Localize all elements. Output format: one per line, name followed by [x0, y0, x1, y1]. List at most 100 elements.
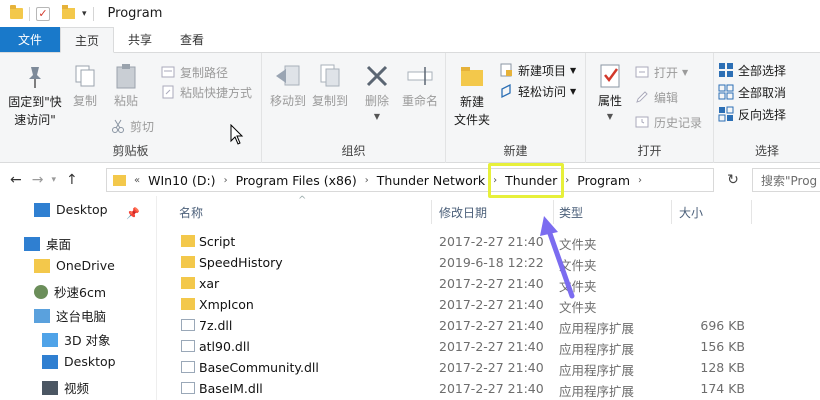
column-divider[interactable] — [671, 200, 672, 224]
file-row[interactable]: SpeedHistory 2019-6-18 12:22 文件夹 — [157, 252, 820, 273]
invert-selection-label: 反向选择 — [738, 107, 787, 122]
nav-item-3d-objects[interactable]: 3D 对象 — [42, 330, 111, 349]
open-icon — [635, 66, 649, 78]
select-all-button[interactable]: 全部选择 — [718, 59, 786, 81]
breadcrumb-thunder-network[interactable]: Thunder Network — [377, 173, 485, 188]
file-row[interactable]: BaseCommunity.dll 2017-2-27 21:40 应用程序扩展… — [157, 357, 820, 378]
rename-button[interactable]: 重命名 — [400, 61, 440, 109]
new-item-button[interactable]: 新建项目 ▼ — [498, 59, 576, 81]
divider — [92, 6, 94, 21]
invert-selection-button[interactable]: 反向选择 — [718, 103, 786, 125]
navigation-pane: Desktop 📌 桌面 OneDrive 秒速6cm 这台电脑 3D 对象 D… — [0, 196, 157, 400]
edit-button[interactable]: 编辑 — [634, 86, 678, 108]
file-row[interactable]: Script 2017-2-27 21:40 文件夹 — [157, 231, 820, 252]
chevron-right-icon[interactable]: › — [565, 175, 569, 186]
file-row[interactable]: XmpIcon 2017-2-27 21:40 文件夹 — [157, 294, 820, 315]
folder-icon — [34, 258, 50, 273]
nav-item-desktop-pc[interactable]: Desktop — [42, 354, 116, 369]
new-folder-icon[interactable] — [62, 5, 75, 19]
copy-icon — [75, 65, 95, 87]
easy-access-button[interactable]: 轻松访问 ▼ — [498, 80, 576, 102]
cut-button[interactable]: 剪切 — [110, 115, 154, 137]
properties-icon — [600, 64, 620, 88]
history-label: 历史记录 — [654, 115, 703, 130]
address-bar[interactable]: « WIn10 (D:) › Program Files (x86) › Thu… — [106, 168, 714, 192]
delete-button[interactable]: 删除 ▼ — [362, 61, 392, 125]
file-name: SpeedHistory — [199, 255, 283, 270]
nav-item-desktop-cn[interactable]: 桌面 — [24, 234, 71, 253]
move-to-button[interactable]: 移动到 — [268, 61, 308, 109]
nav-item-user[interactable]: 秒速6cm — [34, 282, 106, 301]
copy-to-button[interactable]: 复制到 — [310, 61, 350, 109]
tab-file[interactable]: 文件 — [0, 27, 61, 52]
paste-shortcut-label: 粘贴快捷方式 — [180, 85, 253, 100]
file-row[interactable]: atl90.dll 2017-2-27 21:40 应用程序扩展 156 KB — [157, 336, 820, 357]
file-name: atl90.dll — [199, 339, 250, 354]
chevron-right-icon[interactable]: › — [365, 175, 369, 186]
new-item-label: 新建项目 — [518, 63, 567, 78]
properties-check-icon[interactable]: ✓ — [36, 6, 50, 21]
sort-ascending-icon: ^ — [298, 195, 307, 206]
refresh-icon[interactable]: ↻ — [720, 168, 746, 192]
chevron-down-icon: ▼ — [570, 86, 577, 96]
copy-to-icon — [320, 64, 340, 87]
new-group: 新建 文件夹 新建项目 ▼ 轻松访问 ▼ 新建 — [446, 53, 586, 163]
file-date: 2017-2-27 21:40 — [439, 318, 544, 333]
nav-item-onedrive[interactable]: OneDrive — [34, 258, 115, 273]
recent-locations-icon[interactable]: ▾ — [51, 175, 56, 185]
up-arrow-icon[interactable]: ↑ — [66, 172, 78, 188]
chevron-right-icon[interactable]: › — [224, 175, 228, 186]
chevron-down-icon: ▼ — [606, 112, 614, 121]
forward-arrow-icon[interactable]: → — [32, 172, 44, 188]
tab-view[interactable]: 查看 — [166, 27, 218, 52]
new-folder-button[interactable]: 新建 文件夹 — [452, 61, 492, 129]
desktop-icon — [34, 202, 50, 217]
copy-path-button[interactable]: 复制路径 — [160, 61, 228, 83]
paste-button[interactable]: 粘贴 — [110, 61, 142, 109]
open-button[interactable]: 打开 ▼ — [634, 61, 688, 83]
customize-quick-access-icon[interactable]: ▾ — [82, 9, 87, 19]
column-header-name[interactable]: 名称 — [179, 204, 203, 221]
file-name: XmpIcon — [199, 297, 254, 312]
file-row[interactable]: 7z.dll 2017-2-27 21:40 应用程序扩展 696 KB — [157, 315, 820, 336]
history-button[interactable]: 历史记录 — [634, 111, 702, 133]
file-row[interactable]: BaseIM.dll 2017-2-27 21:40 应用程序扩展 174 KB — [157, 378, 820, 399]
dll-file-icon — [181, 361, 195, 373]
nav-item-this-pc[interactable]: 这台电脑 — [34, 306, 106, 325]
copy-button[interactable]: 复制 — [70, 61, 100, 109]
copy-path-icon — [161, 66, 175, 78]
file-date: 2017-2-27 21:40 — [439, 381, 544, 396]
breadcrumb-program[interactable]: Program — [577, 173, 630, 188]
tab-share[interactable]: 共享 — [114, 27, 166, 52]
search-placeholder: 搜索"Prog — [761, 173, 818, 188]
pin-quick-access-button[interactable]: 固定到"快 速访问" — [6, 61, 64, 129]
select-none-label: 全部取消 — [738, 85, 787, 100]
select-none-button[interactable]: 全部取消 — [718, 81, 786, 103]
column-divider[interactable] — [431, 200, 432, 224]
clipboard-group: 固定到"快 速访问" 复制 粘贴 复制路径 粘贴快捷方式 剪切 剪贴板 — [0, 53, 262, 163]
back-arrow-icon[interactable]: ← — [10, 172, 22, 188]
pin-icon[interactable]: 📌 — [126, 207, 140, 220]
file-row[interactable]: xar 2017-2-27 21:40 文件夹 — [157, 273, 820, 294]
column-divider[interactable] — [751, 200, 752, 224]
pin-icon — [29, 67, 41, 88]
nav-item-videos[interactable]: 视频 — [42, 378, 89, 397]
column-header-size[interactable]: 大小 — [679, 204, 703, 221]
copy-to-label: 复制到 — [311, 94, 348, 108]
dll-file-icon — [181, 340, 195, 352]
properties-button[interactable]: 属性 ▼ — [592, 61, 628, 125]
paste-shortcut-button[interactable]: 粘贴快捷方式 — [160, 81, 252, 103]
folder-icon — [181, 235, 195, 247]
edit-icon — [636, 91, 648, 103]
chevron-right-icon[interactable]: › — [638, 175, 642, 186]
cube-icon — [42, 332, 58, 347]
file-date: 2017-2-27 21:40 — [439, 297, 544, 312]
breadcrumb-drive[interactable]: WIn10 (D:) — [148, 173, 215, 188]
tab-home[interactable]: 主页 — [60, 27, 115, 53]
search-input[interactable]: 搜索"Prog — [752, 168, 820, 192]
select-all-icon — [719, 63, 733, 77]
breadcrumb-program-files[interactable]: Program Files (x86) — [236, 173, 357, 188]
chevron-left-icon[interactable]: « — [134, 175, 140, 186]
nav-item-desktop-quick[interactable]: Desktop — [34, 202, 108, 217]
column-header-date[interactable]: 修改日期 — [439, 204, 487, 221]
